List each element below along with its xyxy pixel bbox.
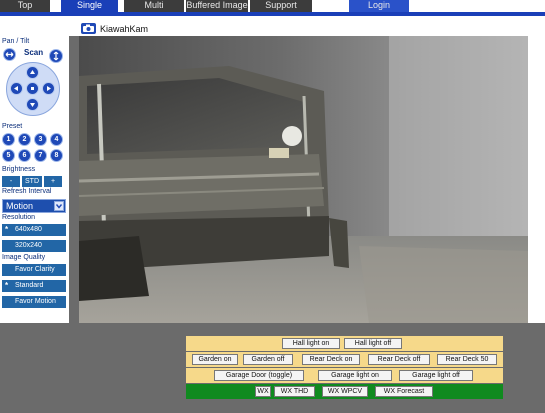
tab-single[interactable]: Single: [61, 0, 118, 12]
tab-buffered-image[interactable]: Buffered Image: [186, 0, 248, 12]
chevron-down-icon: [54, 201, 64, 211]
preset-6-button[interactable]: 6: [18, 149, 31, 162]
right-margin: [528, 16, 545, 323]
quality-favor-motion-button[interactable]: Favor Motion: [2, 296, 66, 308]
tilt-home-button[interactable]: [49, 49, 63, 63]
arrow-up-icon: [30, 70, 35, 74]
refresh-interval-value: Motion: [6, 201, 34, 211]
preset-label: Preset: [2, 123, 23, 130]
resolution-640x480-label: 640x480: [15, 226, 42, 233]
camera-title: KiawahKam: [100, 24, 149, 34]
preset-7-button[interactable]: 7: [34, 149, 47, 162]
pan-left-button[interactable]: [10, 82, 23, 95]
pan-right-button[interactable]: [42, 82, 55, 95]
garage-light-off-button[interactable]: Garage light off: [399, 370, 473, 381]
arrow-right-icon: [47, 86, 51, 91]
quality-favor-clarity-label: Favor Clarity: [15, 266, 55, 273]
wx-button[interactable]: WX: [255, 386, 271, 397]
resolution-320x240-button[interactable]: 320x240: [2, 240, 66, 252]
resolution-label: Resolution: [2, 214, 36, 221]
tab-login[interactable]: Login: [349, 0, 409, 12]
hall-light-off-button[interactable]: Hall light off: [344, 338, 402, 349]
rear-deck-50-button[interactable]: Rear Deck 50: [437, 354, 497, 365]
rear-deck-on-button[interactable]: Rear Deck on: [302, 354, 360, 365]
arrows-vertical-icon: [53, 51, 59, 61]
brightness-std-button[interactable]: STD: [22, 176, 42, 187]
garage-door-toggle-button[interactable]: Garage Door (toggle): [214, 370, 304, 381]
refresh-interval-label: Refresh Interval: [2, 188, 52, 195]
preset-3-button[interactable]: 3: [34, 133, 47, 146]
camera-feed-image: [79, 36, 528, 323]
preset-4-button[interactable]: 4: [50, 133, 63, 146]
quality-standard-button[interactable]: * Standard: [2, 280, 66, 292]
selected-mark: *: [5, 225, 9, 234]
preset-8-button[interactable]: 8: [50, 149, 63, 162]
selected-mark: *: [5, 281, 9, 290]
weather-row: WX WX THD WX WPCV WX Forecast: [186, 384, 503, 399]
quality-favor-clarity-button[interactable]: Favor Clarity: [2, 264, 66, 276]
pan-home-button[interactable]: [3, 48, 16, 61]
camera-icon: [81, 23, 96, 34]
garden-deck-row: Garden on Garden off Rear Deck on Rear D…: [186, 352, 503, 367]
quality-standard-label: Standard: [15, 282, 44, 289]
garage-light-on-button[interactable]: Garage light on: [318, 370, 392, 381]
hall-light-on-button[interactable]: Hall light on: [282, 338, 340, 349]
arrows-horizontal-icon: [5, 52, 14, 57]
home-automation-panel: Hall light on Hall light off Garden on G…: [186, 336, 503, 399]
top-navigation: Top Single Multi Buffered Image Support …: [0, 0, 545, 16]
refresh-interval-select[interactable]: Motion: [2, 199, 66, 213]
image-quality-label: Image Quality: [2, 254, 46, 261]
wx-forecast-button[interactable]: WX Forecast: [375, 386, 433, 397]
scan-label[interactable]: Scan: [24, 48, 43, 57]
center-dot-icon: [31, 87, 34, 90]
quality-favor-motion-label: Favor Motion: [15, 298, 56, 305]
resolution-320x240-label: 320x240: [15, 242, 42, 249]
tab-support[interactable]: Support: [250, 0, 312, 12]
brightness-plus-button[interactable]: +: [44, 176, 62, 187]
camera-image[interactable]: [79, 36, 528, 323]
wx-wpcv-button[interactable]: WX WPCV: [322, 386, 368, 397]
tab-top[interactable]: Top: [0, 0, 50, 12]
garden-on-button[interactable]: Garden on: [192, 354, 238, 365]
rear-deck-off-button[interactable]: Rear Deck off: [368, 354, 430, 365]
left-control-panel: Pan / Tilt Scan Preset 1 2 3 4 5 6 7 8 B…: [0, 16, 69, 323]
pan-tilt-pad: [6, 62, 60, 116]
garden-off-button[interactable]: Garden off: [243, 354, 293, 365]
center-button[interactable]: [26, 82, 39, 95]
arrow-down-icon: [30, 103, 35, 107]
preset-1-button[interactable]: 1: [2, 133, 15, 146]
garage-row: Garage Door (toggle) Garage light on Gar…: [186, 368, 503, 383]
brightness-label: Brightness: [2, 166, 36, 173]
preset-5-button[interactable]: 5: [2, 149, 15, 162]
tab-multi[interactable]: Multi: [124, 0, 184, 12]
resolution-640x480-button[interactable]: * 640x480: [2, 224, 66, 236]
arrow-left-icon: [14, 86, 18, 91]
brightness-minus-button[interactable]: -: [2, 176, 20, 187]
tilt-up-button[interactable]: [26, 66, 39, 79]
hall-light-row: Hall light on Hall light off: [186, 336, 503, 351]
preset-2-button[interactable]: 2: [18, 133, 31, 146]
wx-thd-button[interactable]: WX THD: [274, 386, 315, 397]
tilt-down-button[interactable]: [26, 98, 39, 111]
pan-tilt-label: Pan / Tilt: [2, 38, 30, 45]
